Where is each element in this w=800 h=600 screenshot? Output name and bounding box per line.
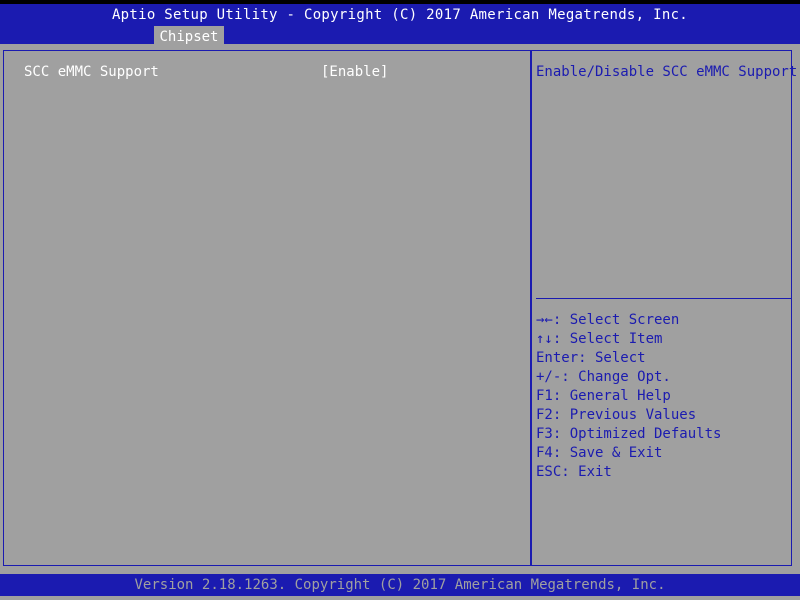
setting-label-scc-emmc-support[interactable]: SCC eMMC Support <box>24 64 159 80</box>
help-description: Enable/Disable SCC eMMC Support <box>536 64 798 80</box>
panel-divider <box>530 50 532 566</box>
window-title: Aptio Setup Utility - Copyright (C) 2017… <box>111 7 689 23</box>
main-panel-frame <box>3 50 792 566</box>
key-help-list: →←: Select Screen ↑↓: Select Item Enter:… <box>536 311 721 482</box>
version-footer: Version 2.18.1263. Copyright (C) 2017 Am… <box>0 574 800 596</box>
key-help-optimized-defaults: F3: Optimized Defaults <box>536 426 722 442</box>
key-help-esc-exit: ESC: Exit <box>536 464 612 480</box>
key-help-enter: Enter: Select <box>536 350 646 366</box>
help-separator <box>536 298 791 299</box>
key-help-select-item: ↑↓: Select Item <box>536 331 663 347</box>
key-help-previous-values: F2: Previous Values <box>536 407 697 423</box>
key-help-change-opt: +/-: Change Opt. <box>536 369 671 385</box>
tab-chipset[interactable]: Chipset <box>154 26 224 48</box>
title-bar: Aptio Setup Utility - Copyright (C) 2017… <box>0 0 800 48</box>
key-help-general-help: F1: General Help <box>536 388 671 404</box>
setting-value-scc-emmc-support[interactable]: [Enable] <box>321 64 388 80</box>
key-help-save-exit: F4: Save & Exit <box>536 445 663 461</box>
key-help-select-screen: →←: Select Screen <box>536 312 680 328</box>
bios-setup-screen: Aptio Setup Utility - Copyright (C) 2017… <box>0 0 800 600</box>
